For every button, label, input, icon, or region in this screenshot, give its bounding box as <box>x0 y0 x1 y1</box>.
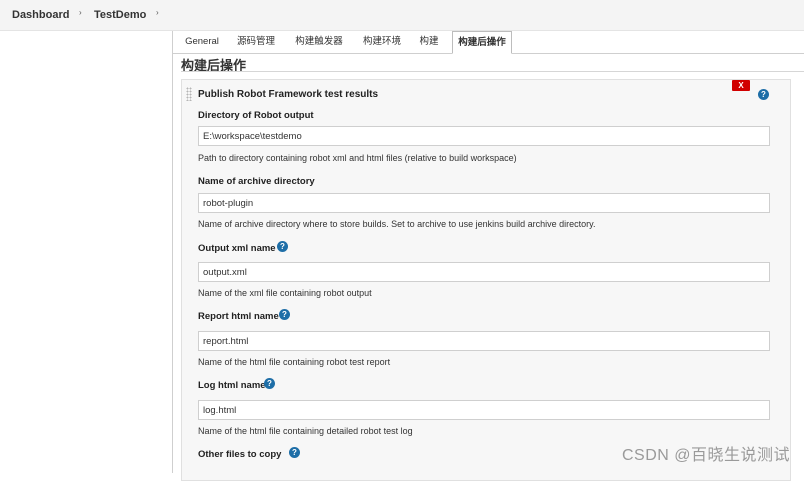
tab-source-code-management[interactable]: 源码管理 <box>231 31 281 52</box>
left-sidebar <box>0 31 172 473</box>
help-icon[interactable]: ? <box>277 241 288 252</box>
report-html-input[interactable] <box>198 331 770 351</box>
help-icon[interactable]: ? <box>289 447 300 458</box>
output-xml-input[interactable] <box>198 262 770 282</box>
robot-publisher-panel: Publish Robot Framework test results X ?… <box>181 79 791 481</box>
chevron-right-icon[interactable]: › <box>156 8 159 17</box>
publisher-title: Publish Robot Framework test results <box>198 89 379 100</box>
help-icon[interactable]: ? <box>279 309 290 320</box>
field-description-output-xml: Name of the xml file containing robot ou… <box>198 288 372 298</box>
help-icon[interactable]: ? <box>264 378 275 389</box>
log-html-input[interactable] <box>198 400 770 420</box>
field-label-log-html: Log html name <box>198 380 266 391</box>
breadcrumb-dashboard[interactable]: Dashboard <box>12 9 69 21</box>
help-icon[interactable]: ? <box>758 89 769 100</box>
field-label-report-html: Report html name <box>198 311 279 322</box>
field-description-robot-output-dir: Path to directory containing robot xml a… <box>198 153 517 163</box>
field-label-output-xml: Output xml name <box>198 243 276 254</box>
breadcrumb-testdemo[interactable]: TestDemo <box>94 9 146 21</box>
field-description-archive-dir: Name of archive directory where to store… <box>198 219 596 229</box>
drag-handle-icon[interactable] <box>186 87 192 101</box>
config-tabs: General 源码管理 构建触发器 构建环境 构建 构建后操作 <box>173 31 804 54</box>
tab-post-build-actions[interactable]: 构建后操作 <box>452 31 512 54</box>
tab-build-triggers[interactable]: 构建触发器 <box>289 31 349 52</box>
robot-output-dir-input[interactable] <box>198 126 770 146</box>
tab-build-environment[interactable]: 构建环境 <box>357 31 407 52</box>
delete-button[interactable]: X <box>732 80 750 91</box>
breadcrumb-bar: Dashboard › TestDemo › <box>0 0 804 31</box>
section-divider <box>181 71 804 72</box>
field-label-robot-output-dir: Directory of Robot output <box>198 110 314 121</box>
watermark: CSDN @百晓生说测试 <box>621 447 790 464</box>
tab-build[interactable]: 构建 <box>413 31 445 52</box>
chevron-right-icon[interactable]: › <box>79 8 82 17</box>
tab-general[interactable]: General <box>179 31 225 52</box>
config-content: General 源码管理 构建触发器 构建环境 构建 构建后操作 构建后操作 P… <box>172 31 804 481</box>
field-label-archive-dir: Name of archive directory <box>198 176 315 187</box>
field-description-report-html: Name of the html file containing robot t… <box>198 357 391 367</box>
field-description-log-html: Name of the html file containing detaile… <box>198 426 413 436</box>
archive-dir-input[interactable] <box>198 193 770 213</box>
field-label-other-files: Other files to copy <box>198 449 282 460</box>
